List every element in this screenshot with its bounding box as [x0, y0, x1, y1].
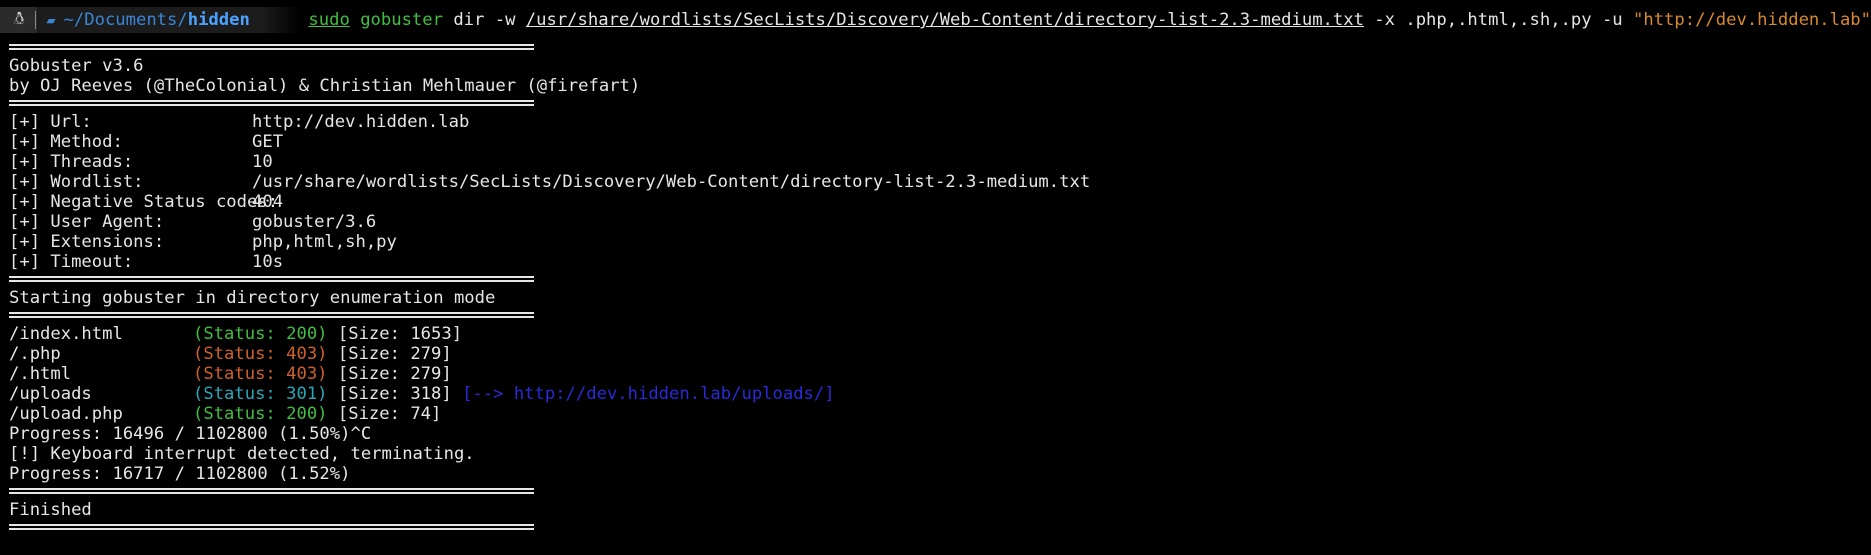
separator-rule: [9, 487, 534, 496]
separator-rule: [9, 275, 534, 284]
config-key: [+] Extensions:: [9, 232, 165, 252]
result-status: (Status: 403): [193, 364, 328, 384]
config-value: http://dev.hidden.lab: [252, 112, 470, 132]
linux-tux-icon: 🐧︎: [14, 9, 25, 29]
config-row: [+] Wordlist: /usr/share/wordlists/SecLis…: [9, 172, 1871, 192]
result-path: /.html: [9, 364, 72, 384]
config-row: [+] Negative Status codes:404: [9, 192, 1871, 212]
config-value: 10: [252, 152, 273, 172]
banner-version: Gobuster v3.6: [9, 56, 144, 76]
cmd-wordlist-path: /usr/share/wordlists/SecLists/Discovery/…: [525, 10, 1364, 30]
config-row: [+] Timeout: 10s: [9, 252, 1871, 272]
folder-open-icon: ▰: [46, 11, 56, 29]
terminal-window[interactable]: 🐧︎ ▰ ~/Documents/hidden sudo gobuster dir…: [0, 0, 1871, 555]
banner-authors: by OJ Reeves (@TheColonial) & Christian …: [9, 76, 641, 96]
config-key: [+] Threads:: [9, 152, 134, 172]
cmd-program: gobuster: [360, 10, 443, 30]
result-size: [Size: 279]: [337, 344, 452, 364]
progress-line: Progress: 16717 / 1102800 (1.52%): [9, 464, 351, 484]
result-size: [Size: 318]: [337, 384, 452, 404]
result-size: [Size: 279]: [337, 364, 452, 384]
result-status: (Status: 200): [193, 404, 328, 424]
config-value: 10s: [252, 252, 284, 272]
result-path: /index.html: [9, 324, 123, 344]
config-row: [+] Method: GET: [9, 132, 1871, 152]
result-row: /uploads (Status: 301) [Size: 318] [--> h…: [9, 384, 1871, 404]
result-path: /.php: [9, 344, 61, 364]
config-key: [+] Method:: [9, 132, 123, 152]
config-value: 404: [252, 192, 284, 212]
config-row: [+] Extensions: php,html,sh,py: [9, 232, 1871, 252]
result-row: /.php (Status: 403) [Size: 279]: [9, 344, 1871, 364]
result-redirect: [--> http://dev.hidden.lab/uploads/]: [462, 384, 835, 404]
config-key: [+] Url:: [9, 112, 92, 132]
result-status: (Status: 200): [193, 324, 328, 344]
result-path: /upload.php: [9, 404, 123, 424]
results-list: /index.html (Status: 200) [Size: 1653] /.…: [9, 324, 1871, 424]
result-size: [Size: 1653]: [337, 324, 463, 344]
result-path: /uploads: [9, 384, 92, 404]
cmd-args-2: -x .php,.html,.sh,.py -u: [1363, 10, 1633, 30]
config-key: [+] Wordlist:: [9, 172, 144, 192]
result-status: (Status: 301): [193, 384, 328, 404]
config-key: [+] Negative Status codes:: [9, 192, 279, 212]
config-row: [+] Url: http://dev.hidden.lab: [9, 112, 1871, 132]
interrupt-message: [!] Keyboard interrupt detected, termina…: [9, 444, 475, 464]
config-value: gobuster/3.6: [252, 212, 377, 232]
cmd-url: "http://dev.hidden.lab": [1633, 10, 1871, 30]
config-key: [+] Timeout:: [9, 252, 134, 272]
finished-message: Finished: [9, 500, 92, 520]
result-row: /index.html (Status: 200) [Size: 1653]: [9, 324, 1871, 344]
result-status: (Status: 403): [193, 344, 328, 364]
config-value: /usr/share/wordlists/SecLists/Discovery/…: [252, 172, 1091, 192]
separator-rule: [9, 43, 534, 52]
config-value: php,html,sh,py: [252, 232, 397, 252]
path-segment: ▰ ~/Documents/hidden: [36, 7, 262, 33]
segment-fade: [261, 7, 301, 33]
config-key: [+] User Agent:: [9, 212, 165, 232]
command-line[interactable]: sudo gobuster dir -w /usr/share/wordlist…: [300, 10, 1871, 30]
result-row: /.html (Status: 403) [Size: 279]: [9, 364, 1871, 384]
config-value: GET: [252, 132, 284, 152]
shell-prompt: 🐧︎ ▰ ~/Documents/hidden sudo gobuster dir…: [0, 0, 1871, 40]
os-segment: 🐧︎: [0, 7, 35, 33]
result-row: /upload.php (Status: 200) [Size: 74]: [9, 404, 1871, 424]
cmd-args-1: dir -w: [442, 10, 526, 30]
path-prefix: ~/Documents/: [63, 10, 188, 30]
separator-rule: [9, 99, 534, 108]
separator-rule: [9, 523, 534, 532]
current-directory: hidden: [187, 10, 250, 30]
cmd-sudo: sudo: [308, 10, 350, 30]
start-message: Starting gobuster in directory enumerati…: [9, 288, 496, 308]
separator-rule: [9, 311, 534, 320]
config-row: [+] User Agent: gobuster/3.6: [9, 212, 1871, 232]
result-size: [Size: 74]: [337, 404, 442, 424]
config-row: [+] Threads: 10: [9, 152, 1871, 172]
config-list: [+] Url: http://dev.hidden.lab [+] Method…: [9, 112, 1871, 272]
progress-line: Progress: 16496 / 1102800 (1.50%)^C: [9, 424, 372, 444]
